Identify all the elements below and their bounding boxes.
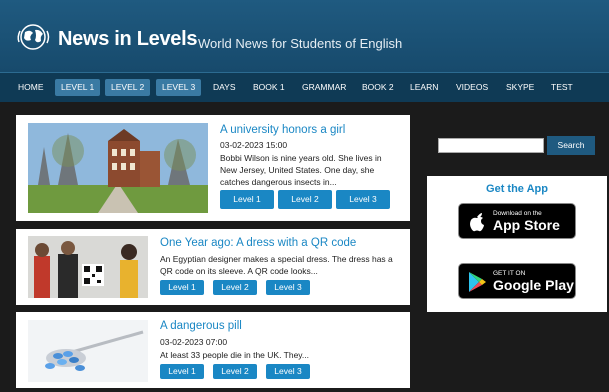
level-1-button[interactable]: Level 1 [160, 280, 204, 295]
article-excerpt: At least 33 people die in the UK. They..… [160, 350, 309, 360]
article-excerpt: Bobbi Wilson is nine years old. She live… [220, 153, 382, 187]
nav-skype[interactable]: SKYPE [500, 79, 540, 96]
article-card: A university honors a girl 03-02-2023 15… [16, 115, 410, 221]
search-button[interactable]: Search [547, 136, 595, 155]
nav-book-2[interactable]: BOOK 2 [356, 79, 400, 96]
nav-level-1[interactable]: LEVEL 1 [55, 79, 101, 96]
nav-days[interactable]: DAYS [207, 79, 242, 96]
google-play-small-text: GET IT ON [493, 270, 526, 277]
get-app-panel: Get the App Download on the App Store GE… [427, 176, 607, 312]
site-tagline: World News for Students of English [198, 36, 403, 51]
app-store-small-text: Download on the [493, 210, 542, 217]
article-thumbnail-university[interactable] [28, 123, 208, 213]
article-date: 03-02-2023 15:00 [220, 140, 288, 150]
article-excerpt: An Egyptian designer makes a special dre… [160, 254, 393, 276]
get-app-title: Get the App [486, 183, 548, 195]
level-3-button[interactable]: Level 3 [266, 280, 310, 295]
globe-logo-icon[interactable] [16, 22, 52, 52]
level-2-button[interactable]: Level 2 [213, 280, 257, 295]
level-3-button[interactable]: Level 3 [336, 190, 390, 209]
article-card: A dangerous pill 03-02-2023 07:00 At lea… [16, 312, 410, 388]
search-input[interactable] [438, 138, 544, 153]
main-nav: HOME LEVEL 1 LEVEL 2 LEVEL 3 DAYS BOOK 1… [0, 72, 609, 102]
article-title[interactable]: A dangerous pill [160, 320, 242, 332]
level-1-button[interactable]: Level 1 [160, 364, 204, 379]
site-header: News in Levels World News for Students o… [0, 0, 609, 72]
nav-book-1[interactable]: BOOK 1 [247, 79, 291, 96]
article-thumbnail-pills[interactable] [28, 320, 148, 382]
nav-level-2[interactable]: LEVEL 2 [105, 79, 151, 96]
article-title[interactable]: One Year ago: A dress with a QR code [160, 237, 356, 249]
app-store-big-text: App Store [493, 217, 560, 233]
article-thumbnail-qr-dress[interactable] [28, 236, 148, 298]
nav-videos[interactable]: VIDEOS [450, 79, 494, 96]
level-1-button[interactable]: Level 1 [220, 190, 274, 209]
google-play-icon [469, 272, 486, 292]
level-3-button[interactable]: Level 3 [266, 364, 310, 379]
article-card: One Year ago: A dress with a QR code An … [16, 229, 410, 305]
level-2-button[interactable]: Level 2 [278, 190, 332, 209]
nav-test[interactable]: TEST [545, 79, 579, 96]
article-date: 03-02-2023 07:00 [160, 337, 228, 347]
nav-home[interactable]: HOME [12, 79, 50, 96]
article-title[interactable]: A university honors a girl [220, 124, 345, 136]
apple-icon [470, 213, 484, 232]
app-store-button[interactable]: Download on the App Store [458, 203, 576, 239]
nav-learn[interactable]: LEARN [404, 79, 444, 96]
site-logo-text[interactable]: News in Levels [58, 28, 198, 51]
nav-level-3[interactable]: LEVEL 3 [156, 79, 202, 96]
level-2-button[interactable]: Level 2 [213, 364, 257, 379]
google-play-big-text: Google Play [493, 277, 574, 293]
nav-grammar[interactable]: GRAMMAR [296, 79, 352, 96]
google-play-button[interactable]: GET IT ON Google Play [458, 263, 576, 299]
